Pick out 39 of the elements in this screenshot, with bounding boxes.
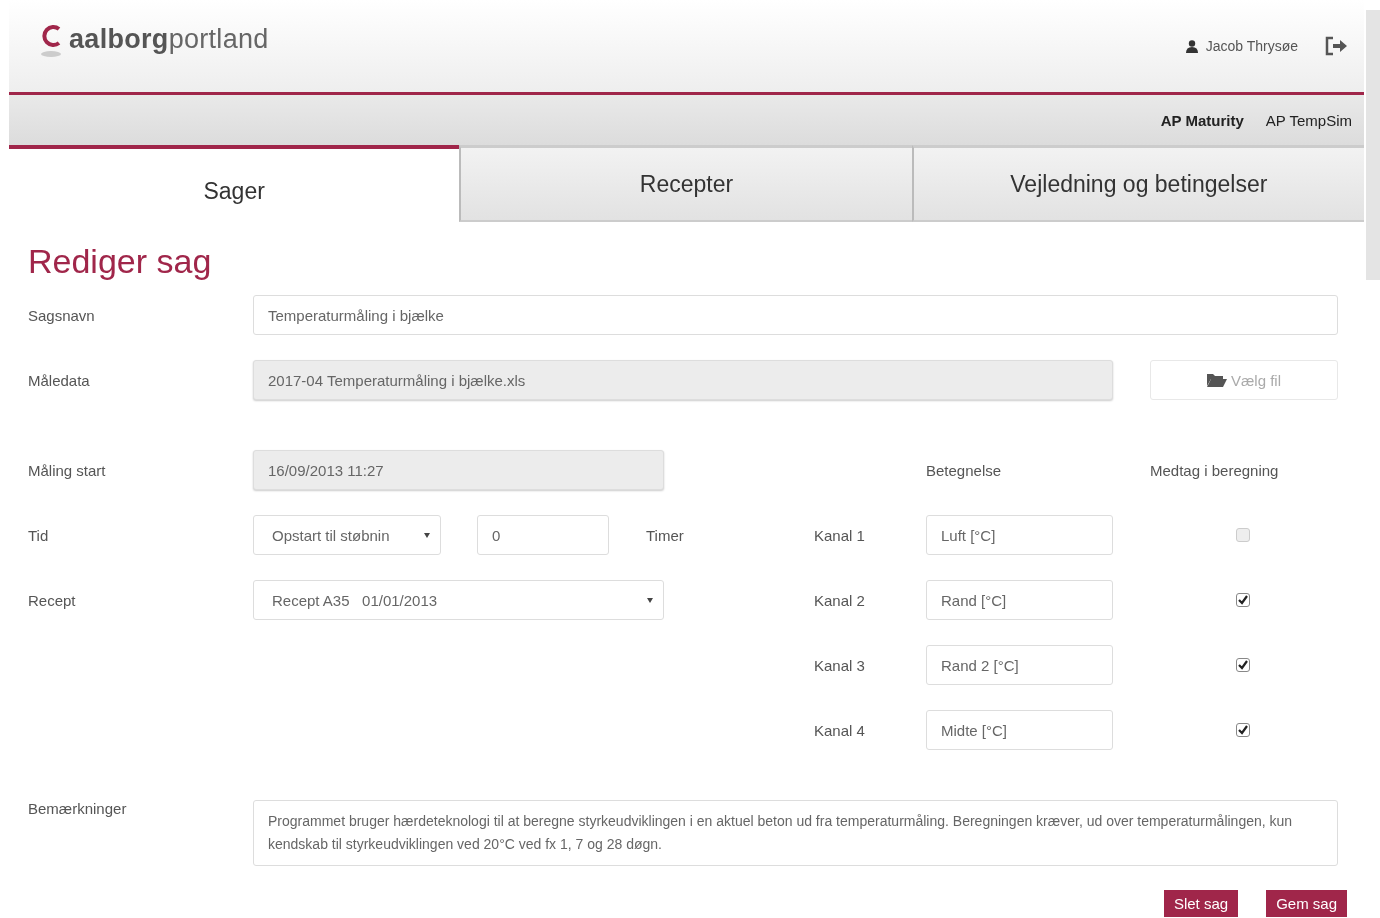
include-checkbox[interactable] — [1236, 593, 1250, 607]
field-label: Måling start — [28, 461, 107, 479]
app-link[interactable]: AP Maturity — [1160, 111, 1244, 129]
channel-label: Kanal 1 — [814, 526, 866, 544]
case-name-input[interactable]: Temperaturmåling i bjælke — [253, 295, 1338, 335]
channel-name-input[interactable]: Midte [°C] — [926, 710, 1113, 750]
hours-input[interactable]: 0 — [477, 515, 609, 555]
action-button[interactable]: Slet sag — [1163, 890, 1239, 917]
column-header: Medtag i beregning — [1150, 461, 1280, 479]
field-label: Måledata — [28, 371, 91, 389]
user-icon — [1185, 39, 1198, 53]
user-name[interactable]: Jacob Thrysøe — [1185, 38, 1298, 54]
nav-tab[interactable]: Vejledning og betingelser — [911, 145, 1364, 222]
channel-name-input[interactable]: Rand [°C] — [926, 580, 1113, 620]
logout-icon[interactable] — [1324, 36, 1348, 56]
page-title: Rediger sag — [28, 242, 213, 281]
field-label: Recept — [28, 591, 77, 609]
recipe-select[interactable]: Recept A35 01/01/2013 — [253, 580, 664, 620]
logo-wordmark: aalborgportland — [69, 24, 269, 55]
channel-label: Kanal 4 — [814, 721, 866, 739]
scrollbar[interactable] — [1366, 10, 1380, 280]
field-label: Tid — [28, 526, 50, 544]
channel-label: Kanal 3 — [814, 656, 866, 674]
action-button[interactable]: Gem sag — [1266, 890, 1347, 917]
time-select[interactable]: Opstart til støbnin — [253, 515, 441, 555]
include-checkbox[interactable] — [1236, 658, 1250, 672]
column-header: Betegnelse — [926, 461, 1003, 479]
channel-name-input[interactable]: Rand 2 [°C] — [926, 645, 1113, 685]
field-label: Bemærkninger — [28, 800, 128, 817]
remarks-textarea[interactable]: Programmet bruger hærdeteknologi til at beregne styrkeudviklingen i en aktuel beton ud fra temperaturmåling. Beregningen kræver, ud over temperaturmålingen, kun kendskab til styrkeudviklingen ved 20°C ved fx 1, 7 og 28 døgn. — [253, 800, 1338, 866]
nav-tab[interactable]: Recepter — [459, 145, 912, 222]
channel-label: Kanal 2 — [814, 591, 866, 609]
app-link[interactable]: AP TempSim — [1265, 111, 1352, 129]
field-label: Sagsnavn — [28, 306, 96, 324]
folder-icon — [1207, 373, 1227, 387]
hours-unit: Timer — [646, 526, 684, 544]
include-checkbox[interactable] — [1236, 723, 1250, 737]
start-field: 16/09/2013 11:27 — [253, 450, 664, 490]
data-file-field: 2017-04 Temperaturmåling i bjælke.xls — [253, 360, 1113, 400]
